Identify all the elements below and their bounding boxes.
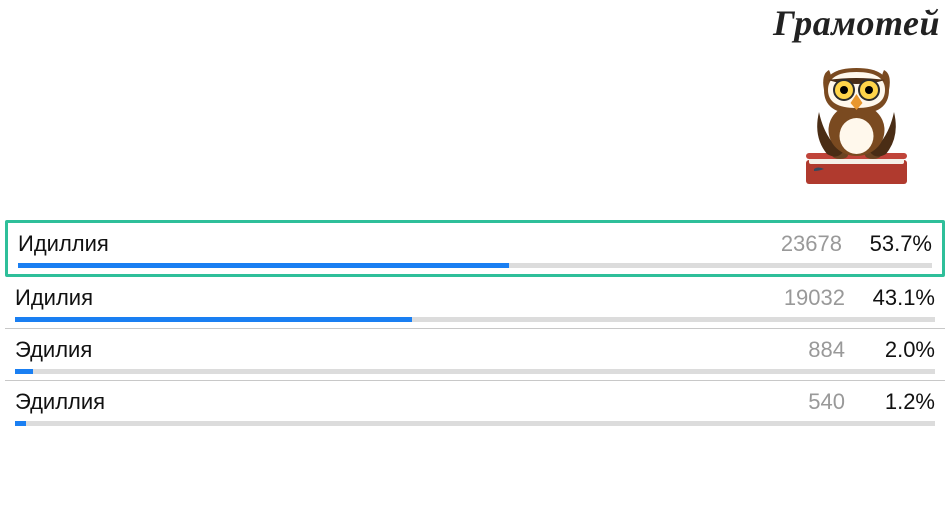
option-count: 19032: [765, 285, 845, 311]
option-percent: 53.7%: [842, 231, 932, 257]
poll-option[interactable]: Эдилия 884 2.0%: [5, 329, 945, 381]
option-percent: 1.2%: [845, 389, 935, 415]
option-label: Эдилия: [15, 337, 765, 363]
option-percent: 43.1%: [845, 285, 935, 311]
option-count: 884: [765, 337, 845, 363]
option-count: 23678: [762, 231, 842, 257]
option-count: 540: [765, 389, 845, 415]
option-label: Идиллия: [18, 231, 762, 257]
progress-bar: [15, 421, 935, 426]
option-label: Идилия: [15, 285, 765, 311]
poll-option[interactable]: Идиллия 23678 53.7%: [5, 220, 945, 277]
progress-bar: [15, 369, 935, 374]
poll-results: Идиллия 23678 53.7% Идилия 19032 43.1% Э…: [5, 220, 945, 432]
progress-bar-fill: [15, 421, 26, 426]
progress-bar-fill: [15, 369, 33, 374]
owl-on-book-icon: [773, 42, 940, 197]
option-label: Эдиллия: [15, 389, 765, 415]
progress-bar: [15, 317, 935, 322]
progress-bar-fill: [18, 263, 509, 268]
app-logo: Грамотей: [773, 2, 940, 197]
progress-bar-fill: [15, 317, 412, 322]
poll-option[interactable]: Идилия 19032 43.1%: [5, 277, 945, 329]
poll-option[interactable]: Эдиллия 540 1.2%: [5, 381, 945, 432]
progress-bar: [18, 263, 932, 268]
logo-text: Грамотей: [773, 2, 940, 44]
option-percent: 2.0%: [845, 337, 935, 363]
